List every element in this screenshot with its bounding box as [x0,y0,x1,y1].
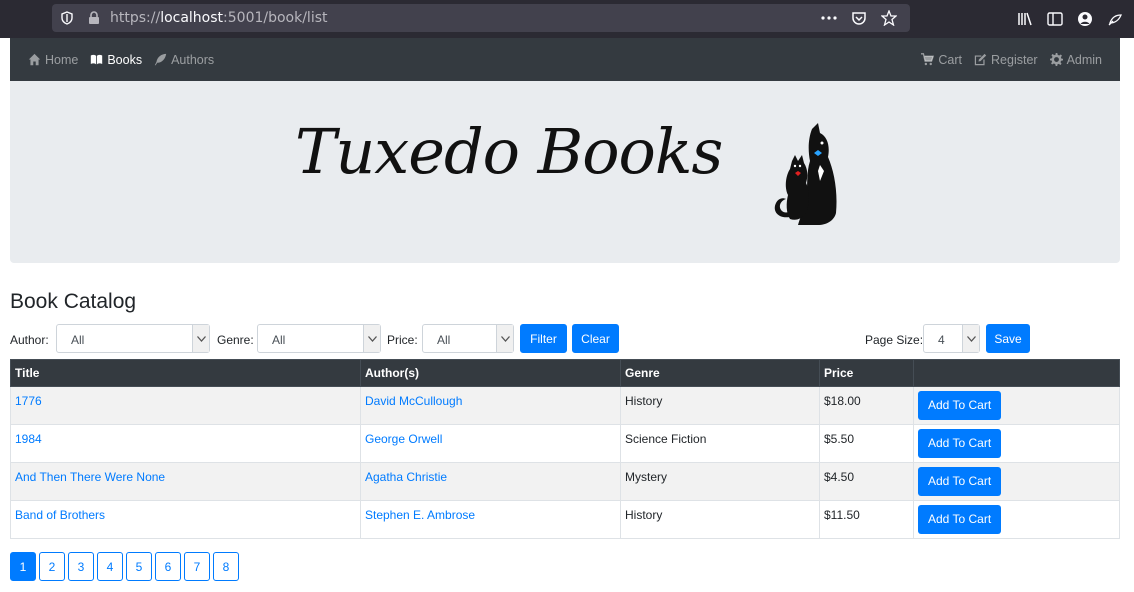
page-link-4[interactable]: 4 [97,552,123,581]
page-size-select[interactable]: 4 [923,324,980,353]
account-icon[interactable] [1076,10,1094,28]
url-text[interactable]: https://localhost:5001/book/list [110,10,328,26]
book-genre: Science Fiction [620,424,820,463]
shield-icon[interactable] [60,11,74,28]
bookmark-star-icon[interactable] [880,9,898,27]
nav-admin[interactable]: Admin [1049,52,1102,67]
logo-text: Tuxedo Books [295,115,723,188]
clear-button[interactable]: Clear [572,324,619,353]
book-title-link[interactable]: Band of Brothers [15,508,105,522]
column-header-price: Price [819,359,914,387]
book-author-link[interactable]: Stephen E. Ambrose [365,508,475,522]
chevron-down-icon [192,325,209,352]
save-button[interactable]: Save [986,324,1030,353]
sidebar-icon[interactable] [1046,10,1064,28]
edit-icon [974,53,987,66]
nav-cart[interactable]: Cart [921,53,962,67]
book-price: $11.50 [819,500,914,539]
book-genre: History [620,500,820,539]
nav-cart-label: Cart [938,52,963,67]
page-link-2[interactable]: 2 [39,552,65,581]
chevron-down-icon [962,325,979,352]
filter-form: Author: All Genre: All Price: All Filter… [10,324,1120,353]
genre-filter-label: Genre: [217,333,254,347]
page-link-7[interactable]: 7 [184,552,210,581]
pagination: 1 2 3 4 5 6 7 8 [10,552,239,581]
tuxedo-cat-logo [774,123,837,225]
author-select[interactable]: All [56,324,210,353]
cart-icon [921,53,935,66]
catalog-title: Book Catalog [10,290,137,313]
page-link-8[interactable]: 8 [213,552,239,581]
more-actions-icon[interactable] [820,9,838,27]
extension-icon[interactable] [1106,10,1124,28]
nav-books[interactable]: Books [90,53,142,67]
book-title-link[interactable]: And Then There Were None [15,470,165,484]
nav-authors[interactable]: Authors [154,53,214,67]
book-author-link[interactable]: Agatha Christie [365,470,447,484]
genre-select[interactable]: All [257,324,381,353]
banner: Tuxedo Books [10,81,1120,263]
add-to-cart-button[interactable]: Add To Cart [918,391,1002,420]
page-size-label: Page Size: [865,333,924,347]
site-navbar: Home Books Authors Cart Register Admin [10,38,1120,81]
book-price: $4.50 [819,462,914,501]
book-price: $5.50 [819,424,914,463]
price-select[interactable]: All [422,324,514,353]
nav-authors-label: Authors [171,52,215,67]
nav-home[interactable]: Home [28,53,78,67]
page-link-5[interactable]: 5 [126,552,152,581]
pocket-icon[interactable] [850,9,868,27]
add-to-cart-button[interactable]: Add To Cart [918,429,1002,458]
chevron-down-icon [363,325,380,352]
table-row: And Then There Were None Agatha Christie… [10,462,1120,501]
address-bar[interactable]: https://localhost:5001/book/list [52,4,910,32]
add-to-cart-button[interactable]: Add To Cart [918,505,1002,534]
book-price: $18.00 [819,386,914,425]
table-row: 1984 George Orwell Science Fiction $5.50… [10,424,1120,463]
feather-icon [154,53,167,66]
library-icon[interactable] [1016,10,1034,28]
price-select-value: All [437,333,451,347]
book-icon [91,54,103,65]
book-title-link[interactable]: 1776 [15,394,42,408]
column-header-title: Title [10,359,361,387]
nav-register[interactable]: Register [974,53,1038,67]
book-author-link[interactable]: David McCullough [365,394,462,408]
column-header-genre: Genre [620,359,820,387]
author-filter-label: Author: [10,333,49,347]
column-header-actions [913,359,1120,387]
nav-left: Home Books Authors [28,53,214,67]
page-size-value: 4 [938,333,945,347]
table-row: 1776 David McCullough History $18.00 Add… [10,386,1120,425]
price-filter-label: Price: [387,333,418,347]
lock-icon[interactable] [88,11,100,28]
nav-books-label: Books [107,52,143,67]
books-table: Title Author(s) Genre Price 1776 David M… [10,359,1120,539]
page-link-6[interactable]: 6 [155,552,181,581]
page-link-1[interactable]: 1 [10,552,36,581]
table-header-row: Title Author(s) Genre Price [10,359,1120,387]
chevron-down-icon [496,325,513,352]
page-link-3[interactable]: 3 [68,552,94,581]
browser-toolbar: https://localhost:5001/book/list [0,0,1134,38]
nav-admin-label: Admin [1066,52,1102,67]
nav-right: Cart Register Admin [921,53,1102,67]
author-select-value: All [71,333,85,347]
book-genre: History [620,386,820,425]
book-genre: Mystery [620,462,820,501]
genre-select-value: All [272,333,286,347]
home-icon [28,53,41,66]
add-to-cart-button[interactable]: Add To Cart [918,467,1002,496]
filter-button[interactable]: Filter [520,324,567,353]
book-title-link[interactable]: 1984 [15,432,42,446]
column-header-authors: Author(s) [360,359,621,387]
gear-icon [1049,53,1063,66]
book-author-link[interactable]: George Orwell [365,432,442,446]
nav-home-label: Home [45,52,79,67]
table-row: Band of Brothers Stephen E. Ambrose Hist… [10,500,1120,539]
nav-register-label: Register [991,52,1038,67]
